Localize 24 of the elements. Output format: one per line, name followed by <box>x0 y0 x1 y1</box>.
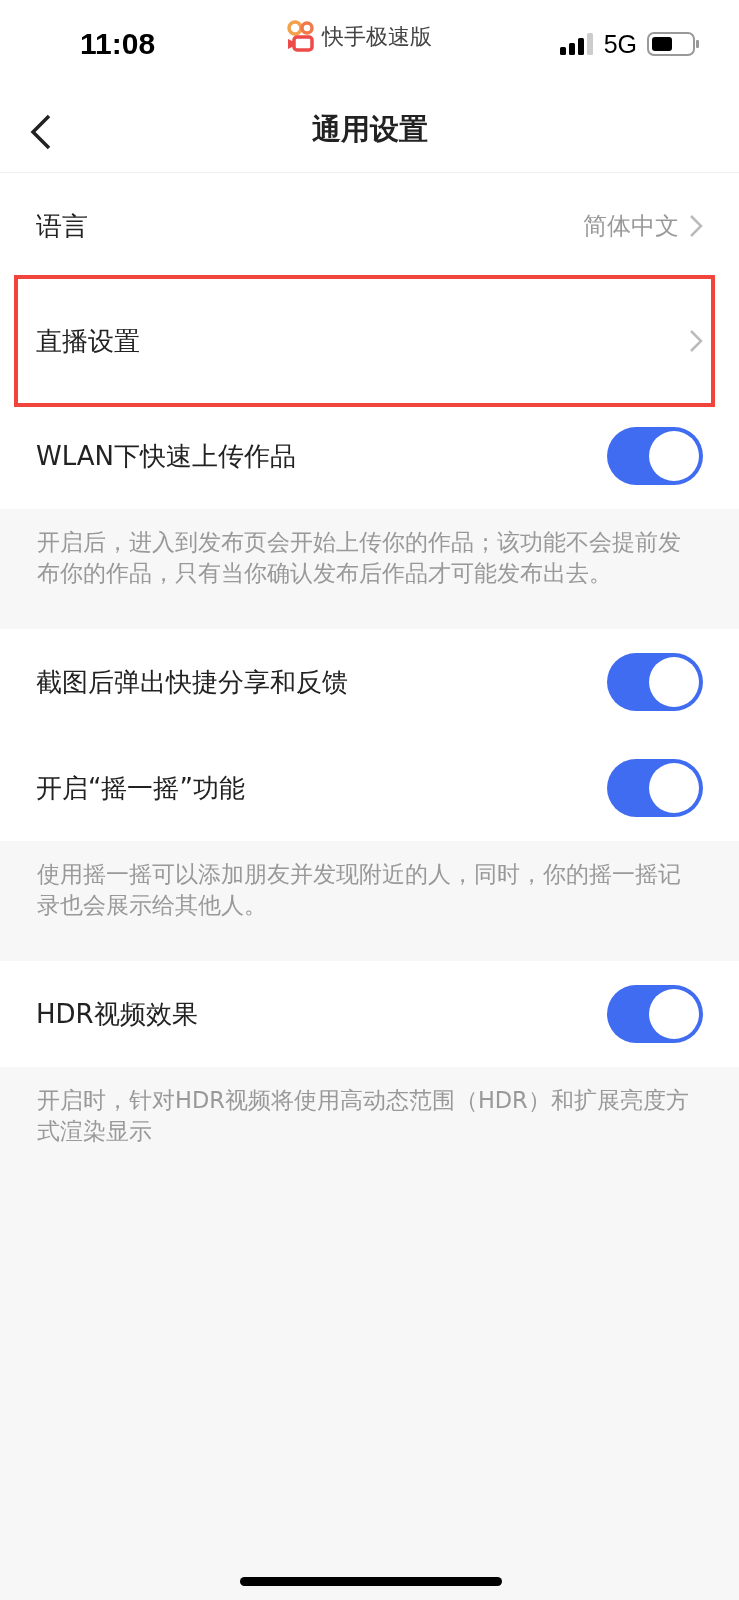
setting-label: HDR视频效果 <box>36 997 198 1031</box>
toggle-switch[interactable] <box>607 427 703 485</box>
signal-icon <box>559 33 594 55</box>
battery-icon <box>647 32 699 56</box>
app-name: 快手极速版 <box>322 23 432 51</box>
back-icon[interactable] <box>30 114 52 150</box>
value-text: 简体中文 <box>583 211 679 242</box>
toggle-switch[interactable] <box>607 985 703 1043</box>
status-time: 11:08 <box>80 27 156 61</box>
setting-description: 开启时，针对HDR视频将使用高动态范围（HDR）和扩展亮度方式渲染显示 <box>36 1086 690 1146</box>
page-title: 通用设置 <box>311 111 428 148</box>
toggle-switch[interactable] <box>607 653 703 711</box>
setting-label: 截图后弹出快捷分享和反馈 <box>36 665 348 699</box>
setting-description: 开启后，进入到发布页会开始上传你的作品；该功能不会提前发布你的作品，只有当你确认发布后作品才可能发布出去。 <box>36 528 682 588</box>
network-label: 5G <box>603 29 637 59</box>
camera-logo-icon <box>286 20 316 54</box>
setting-label[interactable]: 直播设置 <box>36 323 140 359</box>
toggle-switch[interactable] <box>607 759 703 817</box>
setting-label[interactable]: 语言 <box>36 208 88 244</box>
chevron-icon <box>689 214 703 238</box>
setting-label: WLAN下快速上传作品 <box>36 439 297 473</box>
setting-description: 使用摇一摇可以添加朋友并发现附近的人，同时，你的摇一摇记录也会展示给其他人。 <box>36 860 682 920</box>
setting-label: 开启“摇一摇”功能 <box>36 771 245 805</box>
chevron-icon <box>689 329 703 353</box>
